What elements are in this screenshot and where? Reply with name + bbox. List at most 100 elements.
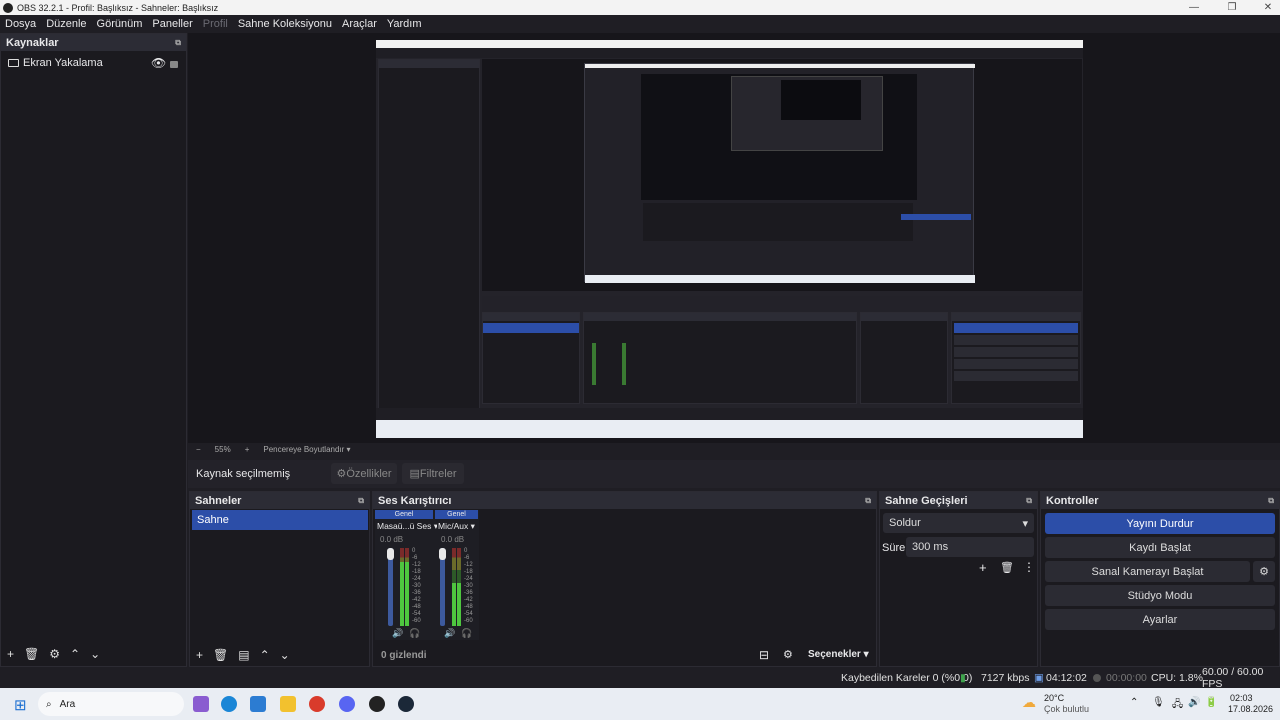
headphone-icon[interactable]: 🎧 xyxy=(409,628,420,639)
trash-icon[interactable]: 🗑 xyxy=(1000,561,1014,574)
menu-duzenle[interactable]: Düzenle xyxy=(41,18,91,30)
fit-window-select[interactable]: Pencereye Boyutlandır ▾ xyxy=(263,445,350,454)
windows-icon[interactable]: ⊞ xyxy=(14,696,27,714)
meter-tick: -42 xyxy=(412,597,421,603)
more-icon[interactable]: ⋮ xyxy=(1023,560,1035,574)
chevron-down-icon[interactable]: ⌄ xyxy=(280,648,290,662)
add-icon[interactable]: + xyxy=(7,647,14,661)
trash-icon[interactable]: 🗑 xyxy=(213,648,228,662)
minimize-icon[interactable]: — xyxy=(1182,0,1206,15)
gear-icon[interactable]: ⚙ xyxy=(49,647,60,661)
menu-profil[interactable]: Profil xyxy=(198,18,233,30)
vcam-settings-button[interactable]: ⚙ xyxy=(1253,561,1275,582)
battery-icon[interactable]: 🔋 xyxy=(1205,697,1217,708)
undock-icon[interactable]: ⧉ xyxy=(1026,496,1032,506)
transitions-title: Sahne Geçişleri xyxy=(885,494,968,507)
controls-title: Kontroller xyxy=(1046,494,1099,507)
duration-input[interactable]: 300 ms xyxy=(906,537,1034,557)
no-source-label: Kaynak seçilmemiş xyxy=(196,468,291,480)
store-icon[interactable] xyxy=(250,696,266,712)
undock-icon[interactable]: ⧉ xyxy=(865,496,871,506)
channel-name[interactable]: Masaü...ü Ses ▾ xyxy=(377,521,437,532)
taskbar-search[interactable]: ⌕ Ara xyxy=(38,692,184,716)
headphone-icon[interactable]: 🎧 xyxy=(461,628,472,639)
folder-icon[interactable] xyxy=(280,696,296,712)
volume-slider[interactable] xyxy=(387,548,394,626)
fps: 60.00 / 60.00 FPS xyxy=(1202,665,1264,690)
speaker-icon[interactable]: 🔊 xyxy=(392,628,403,639)
filters-button[interactable]: ▤ Filtreler xyxy=(402,463,464,484)
close-icon[interactable]: ✕ xyxy=(1256,0,1280,15)
chevron-down-icon[interactable]: ⌄ xyxy=(90,647,100,661)
virtual-camera-button[interactable]: Sanal Kamerayı Başlat xyxy=(1045,561,1250,582)
gear-icon: ⚙ xyxy=(1259,566,1269,578)
edge-icon[interactable] xyxy=(221,696,237,712)
menu-dosya[interactable]: Dosya xyxy=(0,18,41,30)
chrome-icon[interactable] xyxy=(309,696,325,712)
menu-gorunum[interactable]: Görünüm xyxy=(92,18,148,30)
volume-meter[interactable]: 0 -6 -12 -18 -24 -30 -36 -42 -48 -54 -60 xyxy=(387,548,428,626)
nested-transitions xyxy=(860,312,948,404)
lock-icon[interactable] xyxy=(170,61,178,68)
meter-tick: -30 xyxy=(412,583,421,589)
trash-icon[interactable]: 🗑 xyxy=(24,647,39,661)
tray-chevron-icon[interactable]: ⌃ xyxy=(1130,697,1138,708)
chevron-up-icon[interactable]: ⌃ xyxy=(260,648,270,662)
stop-stream-button[interactable]: Yayını Durdur xyxy=(1045,513,1275,534)
transition-select[interactable]: Soldur ▾ xyxy=(883,513,1034,533)
volume-slider[interactable] xyxy=(439,548,446,626)
properties-button[interactable]: ⚙ Özellikler xyxy=(331,463,397,484)
nested-context xyxy=(482,296,1082,312)
menu-paneller[interactable]: Paneller xyxy=(147,18,197,30)
layout-icon[interactable]: ⊟ xyxy=(759,648,769,662)
signal-icon: ▮ xyxy=(960,671,966,684)
settings-button[interactable]: Ayarlar xyxy=(1045,609,1275,630)
scene-item[interactable]: Sahne xyxy=(192,510,368,530)
copilot-icon[interactable] xyxy=(193,696,209,712)
menu-yardim[interactable]: Yardım xyxy=(382,18,427,30)
preview-zoom-bar: − 55% + Pencereye Boyutlandır ▾ xyxy=(196,445,351,454)
source-item[interactable]: Ekran Yakalama 👁 xyxy=(1,54,186,72)
channel-name-label: Masaü...ü Ses xyxy=(377,521,432,531)
filters-label: Filtreler xyxy=(419,467,457,480)
undock-icon[interactable]: ⧉ xyxy=(175,38,181,48)
clock-date[interactable]: 17.08.2026 xyxy=(1228,704,1273,714)
slider-knob[interactable] xyxy=(387,548,394,560)
clock-time[interactable]: 02:03 xyxy=(1230,693,1253,703)
zoom-out-button[interactable]: − xyxy=(196,445,201,454)
weather-desc[interactable]: Çok bulutlu xyxy=(1044,704,1089,714)
volume-meter[interactable]: 0 -6 -12 -18 -24 -30 -36 -42 -48 -54 -60 xyxy=(439,548,480,626)
menu-sahne-koleksiyonu[interactable]: Sahne Koleksiyonu xyxy=(233,18,337,30)
maximize-icon[interactable]: ❐ xyxy=(1220,0,1244,15)
settings-icon[interactable]: ⚙ xyxy=(783,648,793,661)
mic-icon[interactable]: 🎙 xyxy=(1152,697,1165,708)
channel-name[interactable]: Mic/Aux ▾ xyxy=(438,521,475,532)
speaker-icon[interactable]: 🔊 xyxy=(444,628,455,639)
start-recording-button[interactable]: Kaydı Başlat xyxy=(1045,537,1275,558)
volume-icon[interactable]: 🔊 xyxy=(1188,697,1200,708)
add-icon[interactable]: + xyxy=(979,560,987,575)
steam-icon[interactable] xyxy=(398,696,414,712)
obs-icon[interactable] xyxy=(369,696,385,712)
undock-icon[interactable]: ⧉ xyxy=(1268,496,1274,506)
slider-knob[interactable] xyxy=(439,548,446,560)
add-icon[interactable]: + xyxy=(196,648,203,662)
menu-araclar[interactable]: Araçlar xyxy=(337,18,382,30)
mixer-title: Ses Karıştırıcı xyxy=(378,494,452,507)
discord-icon[interactable] xyxy=(339,696,355,712)
meter-tick: 0 xyxy=(464,548,468,554)
undock-icon[interactable]: ⧉ xyxy=(358,496,364,506)
weather-temp[interactable]: 20°C xyxy=(1044,693,1064,703)
chevron-up-icon[interactable]: ⌃ xyxy=(70,647,80,661)
search-placeholder: Ara xyxy=(59,698,76,710)
gear-icon: ⚙ xyxy=(336,468,347,480)
eye-icon[interactable]: 👁 xyxy=(151,56,166,70)
sources-header: Kaynaklar ⧉ xyxy=(1,34,186,51)
zoom-in-button[interactable]: + xyxy=(245,445,250,454)
mixer-options-button[interactable]: Seçenekler ▾ xyxy=(808,649,869,660)
studio-mode-button[interactable]: Stüdyo Modu xyxy=(1045,585,1275,606)
preview-canvas[interactable] xyxy=(376,40,1083,438)
network-icon[interactable]: 🖧 xyxy=(1172,697,1183,714)
scenes-toolbar: + 🗑 ▤ ⌃ ⌄ xyxy=(196,648,290,662)
filter-icon[interactable]: ▤ xyxy=(238,648,249,662)
